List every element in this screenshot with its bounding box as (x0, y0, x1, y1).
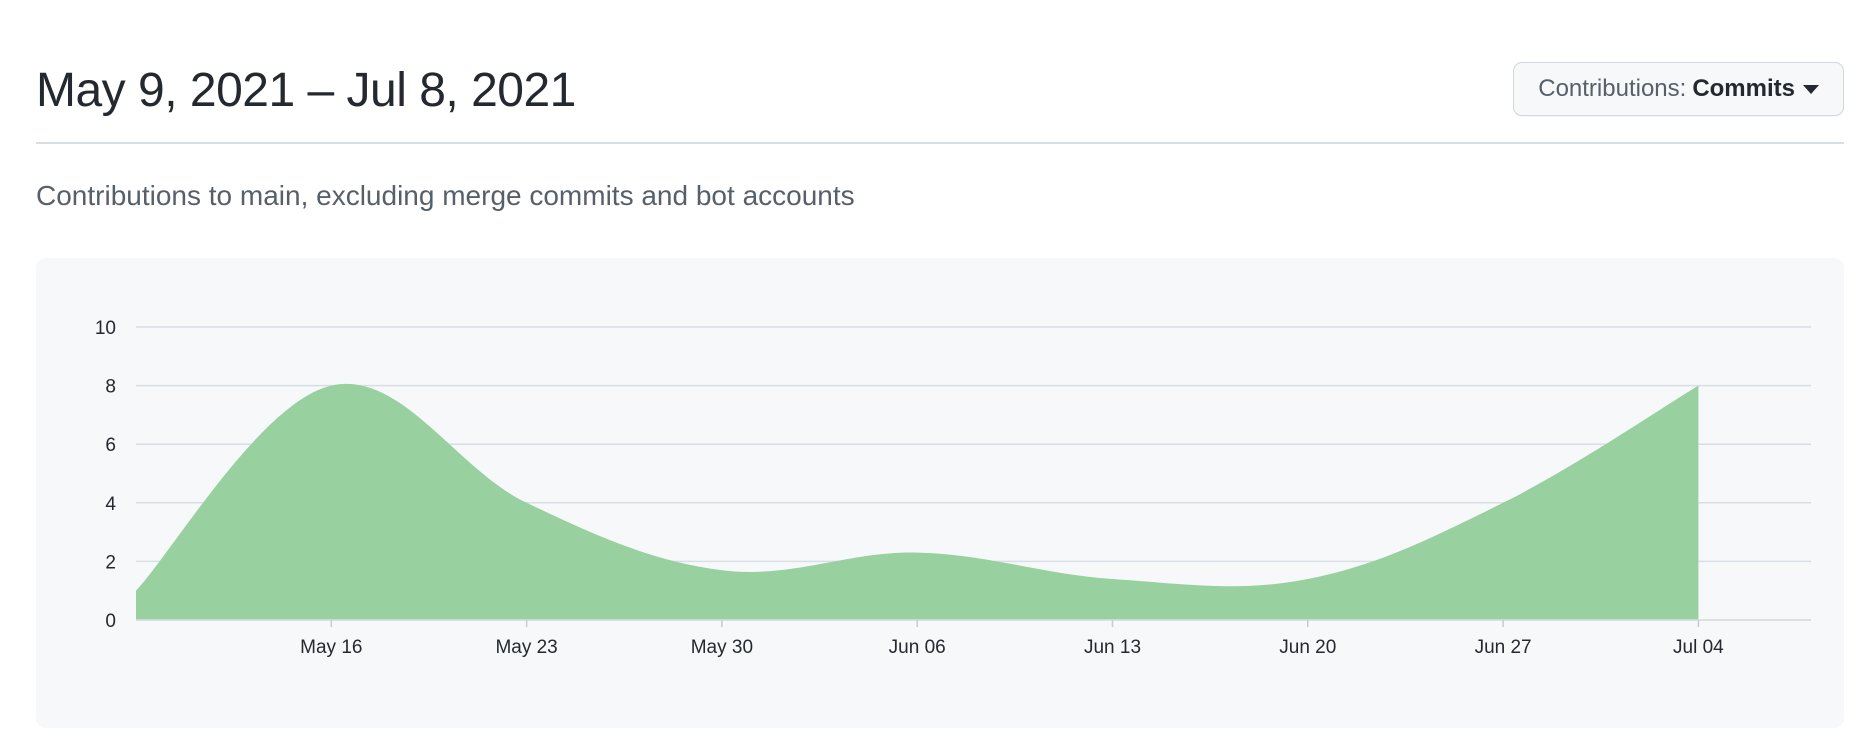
contributions-area (136, 383, 1699, 620)
chart-panel: 0 2 4 6 8 10 May 16 May 23 May 30 Jun 06 Jun 13 Jun… (36, 258, 1844, 728)
x-tick-label: Jun 06 (889, 637, 946, 658)
contributions-value: Commits (1692, 75, 1795, 102)
x-tick-label: Jun 20 (1279, 637, 1336, 658)
y-tick-label: 0 (105, 611, 116, 632)
chart-description: Contributions to main, excluding merge c… (36, 180, 855, 211)
header-divider (36, 142, 1844, 144)
y-tick-label: 8 (105, 377, 116, 398)
date-range-title: May 9, 2021 – Jul 8, 2021 (36, 64, 576, 117)
y-tick-label: 4 (105, 494, 116, 515)
y-tick-label: 6 (105, 435, 116, 456)
x-tick-label: Jun 13 (1084, 637, 1141, 658)
x-tick-label: Jun 27 (1475, 637, 1532, 658)
x-tick-label: May 23 (495, 637, 557, 658)
contributions-label: Contributions: (1538, 75, 1687, 102)
caret-down-icon (1803, 84, 1819, 94)
x-tick-label: May 16 (300, 637, 362, 658)
contributions-area-chart: 0 2 4 6 8 10 May 16 May 23 May 30 Jun 06 Jun 13 Jun… (95, 318, 1811, 658)
x-tick-label: May 30 (691, 637, 753, 658)
x-tick-label: Jul 04 (1673, 637, 1724, 658)
page-header: May 9, 2021 – Jul 8, 2021 Contributions:… (36, 58, 1844, 142)
contributions-dropdown-button[interactable]: Contributions: Commits (1513, 62, 1844, 116)
y-tick-label: 10 (95, 318, 116, 339)
y-tick-label: 2 (105, 552, 116, 573)
